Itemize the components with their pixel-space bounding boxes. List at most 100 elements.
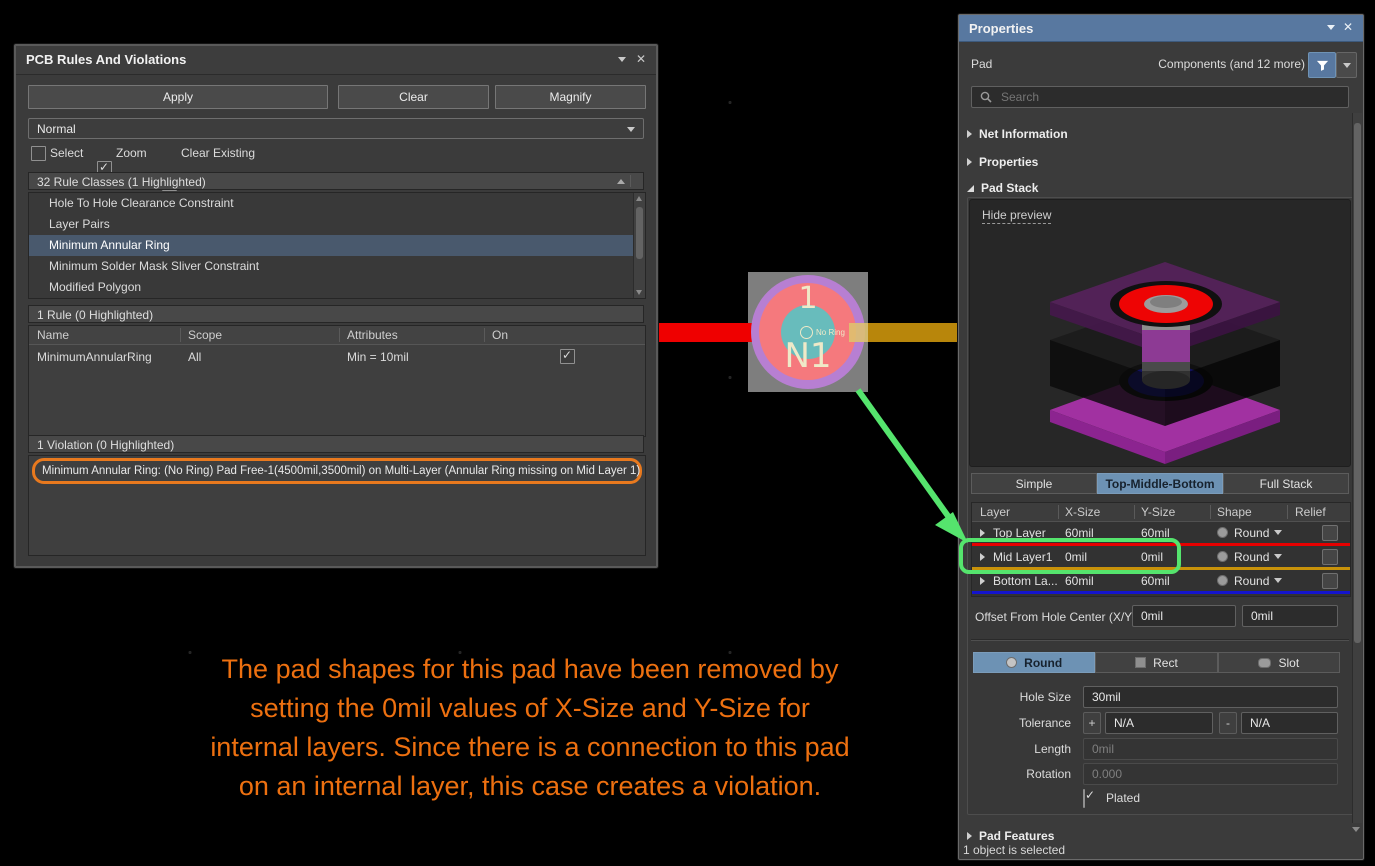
collapsed-icon — [967, 130, 972, 138]
collapsed-icon — [967, 158, 972, 166]
status-bar: 1 object is selected — [963, 843, 1065, 857]
apply-button[interactable]: Apply — [28, 85, 328, 109]
relief-checkbox[interactable] — [1322, 525, 1338, 541]
column-header-scope[interactable]: Scope — [188, 328, 222, 342]
offset-label: Offset From Hole Center (X/Y) — [975, 610, 1136, 624]
rule-classes-header[interactable]: 32 Rule Classes (1 Highlighted) — [28, 172, 644, 190]
expand-row-icon[interactable] — [980, 577, 985, 585]
mode-dropdown[interactable]: Normal — [28, 118, 644, 139]
rotation-input: 0.000 — [1083, 763, 1338, 785]
hole-shape-round-button[interactable]: Round — [973, 652, 1095, 673]
magnify-button[interactable]: Magnify — [495, 85, 646, 109]
rule-scope-cell: All — [188, 350, 201, 364]
filter-dropdown-button[interactable] — [1336, 52, 1357, 78]
violations-list: Minimum Annular Ring: (No Ring) Pad Free… — [28, 455, 646, 556]
properties-titlebar[interactable]: Properties ✕ — [959, 15, 1363, 42]
column-header-xsize[interactable]: X-Size — [1065, 505, 1100, 519]
tab-simple[interactable]: Simple — [971, 473, 1097, 494]
tab-top-middle-bottom[interactable]: Top-Middle-Bottom — [1097, 473, 1223, 494]
rule-class-item-selected[interactable]: Minimum Annular Ring — [29, 235, 645, 256]
shape-round-icon — [1217, 527, 1228, 538]
altium-workspace: { "colors": { "accent_blue": "#5878a0", … — [0, 0, 1375, 866]
pad-designator: 1 — [748, 281, 868, 316]
violation-item[interactable]: Minimum Annular Ring: (No Ring) Pad Free… — [32, 458, 642, 484]
rule-class-item[interactable]: Layer Pairs — [29, 214, 645, 235]
shape-dropdown-icon[interactable] — [1274, 530, 1282, 535]
hole-size-input[interactable]: 30mil — [1083, 686, 1338, 708]
plated-checkbox[interactable] — [1083, 789, 1085, 808]
annotation-line: The pad shapes for this pad have been re… — [100, 650, 960, 689]
rect-icon — [1135, 657, 1146, 668]
filter-button[interactable] — [1308, 52, 1336, 78]
section-net-information[interactable]: Net Information — [967, 127, 1068, 141]
properties-panel: Properties ✕ Pad Components (and 12 more… — [958, 14, 1364, 860]
divider — [971, 639, 1349, 641]
shape-select[interactable]: Round — [1234, 550, 1269, 564]
expand-row-icon[interactable] — [980, 529, 985, 537]
relief-checkbox[interactable] — [1322, 573, 1338, 589]
object-type-label: Pad — [971, 57, 992, 71]
length-input: 0mil — [1083, 738, 1338, 760]
rule-class-item[interactable]: Minimum Solder Mask Sliver Constraint — [29, 256, 645, 277]
section-properties[interactable]: Properties — [967, 155, 1038, 169]
select-checkbox-label: Select — [50, 146, 83, 160]
shape-select[interactable]: Round — [1234, 526, 1269, 540]
pad-stack-3d-preview — [970, 200, 1350, 466]
annotation-line: on an internal layer, this case creates … — [100, 767, 960, 806]
column-header-relief[interactable]: Relief — [1295, 505, 1326, 519]
shape-round-icon — [1217, 551, 1228, 562]
plated-label: Plated — [1106, 791, 1140, 805]
shape-select[interactable]: Round — [1234, 574, 1269, 588]
column-header-shape[interactable]: Shape — [1217, 505, 1252, 519]
offset-y-input[interactable]: 0mil — [1242, 605, 1338, 627]
rule-classes-scrollbar[interactable] — [633, 193, 645, 298]
rule-table-row[interactable]: MinimumAnnularRing All Min = 10mil — [29, 345, 645, 369]
rules-panel-menu-icon[interactable] — [618, 57, 626, 62]
length-label: Length — [959, 742, 1071, 756]
tab-full-stack[interactable]: Full Stack — [1223, 473, 1349, 494]
search-input[interactable] — [999, 89, 1323, 105]
rule-class-item[interactable]: Modified Polygon — [29, 277, 645, 298]
hole-size-label: Hole Size — [959, 690, 1071, 704]
relief-checkbox[interactable] — [1322, 549, 1338, 565]
shape-dropdown-icon[interactable] — [1274, 578, 1282, 583]
trace-gold-mid-layer[interactable] — [868, 323, 958, 342]
mid-layer-highlight-box — [959, 538, 1181, 574]
properties-title: Properties — [969, 21, 1033, 36]
rules-panel-title: PCB Rules And Violations — [26, 52, 186, 67]
rules-panel-close-icon[interactable]: ✕ — [636, 54, 646, 65]
select-checkbox[interactable] — [31, 146, 46, 161]
filter-scope-label: Components (and 12 more) — [1158, 57, 1305, 71]
column-header-layer[interactable]: Layer — [980, 505, 1010, 519]
section-pad-stack[interactable]: Pad Stack — [967, 181, 1038, 195]
scroll-down-icon[interactable] — [1352, 827, 1360, 832]
layer-table-header: Layer X-Size Y-Size Shape Relief — [972, 503, 1350, 522]
rule-on-checkbox[interactable] — [560, 349, 575, 364]
rule-class-item[interactable]: Hole To Hole Clearance Constraint — [29, 193, 645, 214]
stack-mode-tabs: Simple Top-Middle-Bottom Full Stack — [971, 473, 1349, 494]
column-header-ysize[interactable]: Y-Size — [1141, 505, 1175, 519]
properties-scrollbar[interactable] — [1352, 113, 1362, 823]
tolerance-minus-input[interactable]: N/A — [1241, 712, 1338, 734]
hole-shape-slot-button[interactable]: Slot — [1218, 652, 1340, 673]
properties-menu-icon[interactable] — [1327, 25, 1335, 30]
trace-red-top-layer[interactable] — [650, 323, 762, 342]
column-header-attributes[interactable]: Attributes — [347, 328, 398, 342]
column-header-name[interactable]: Name — [37, 328, 69, 342]
hole-shape-rect-button[interactable]: Rect — [1095, 652, 1217, 673]
rule-classes-list: Hole To Hole Clearance Constraint Layer … — [28, 192, 646, 299]
section-pad-features[interactable]: Pad Features — [967, 829, 1054, 843]
scroll-up-icon[interactable] — [636, 196, 642, 201]
annotation-line: internal layers. Since there is a connec… — [100, 728, 960, 767]
offset-x-input[interactable]: 0mil — [1132, 605, 1236, 627]
tolerance-plus-input[interactable]: N/A — [1105, 712, 1213, 734]
properties-close-icon[interactable]: ✕ — [1343, 22, 1353, 33]
scroll-down-icon[interactable] — [636, 290, 642, 295]
search-box[interactable] — [971, 86, 1349, 108]
tolerance-label: Tolerance — [959, 716, 1071, 730]
shape-dropdown-icon[interactable] — [1274, 554, 1282, 559]
clear-button[interactable]: Clear — [338, 85, 489, 109]
column-header-on[interactable]: On — [492, 328, 508, 342]
rules-panel-titlebar[interactable]: PCB Rules And Violations ✕ — [16, 46, 656, 75]
violation-text: Minimum Annular Ring: (No Ring) Pad Free… — [42, 465, 640, 477]
